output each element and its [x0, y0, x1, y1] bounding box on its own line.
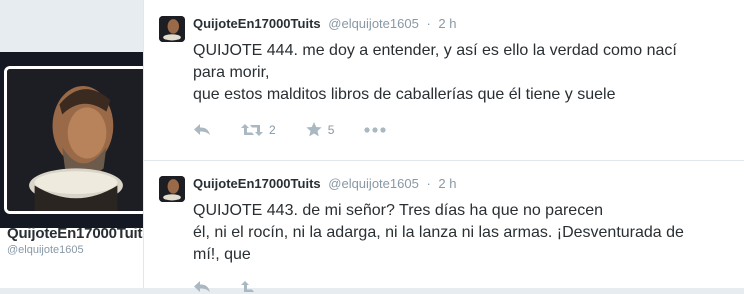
tweet-text-line: QUIJOTE 443. de mi señor? Tres días ha q… [193, 202, 603, 219]
reply-icon [194, 123, 210, 135]
timeline: QuijoteEn17000Tuits @elquijote1605 · 2 h… [143, 0, 744, 292]
tweet-avatar[interactable] [159, 16, 185, 42]
tweet-timestamp[interactable]: 2 h [438, 16, 456, 31]
tweet-timestamp[interactable]: 2 h [438, 176, 456, 191]
tweet-fullname[interactable]: QuijoteEn17000Tuits [193, 176, 321, 191]
retweet-icon [241, 281, 254, 292]
tweet-text-line: QUIJOTE 444. me doy a entender, y así es… [193, 42, 677, 59]
tweet-header: QuijoteEn17000Tuits @elquijote1605 · 2 h [193, 176, 456, 191]
retweet-icon [241, 123, 263, 136]
reply-button[interactable] [193, 280, 211, 294]
tweet-fullname[interactable]: QuijoteEn17000Tuits [193, 16, 321, 31]
tweet-handle[interactable]: @elquijote1605 [328, 176, 419, 191]
avatar-portrait-icon [159, 176, 185, 202]
retweet-button[interactable]: 2 [241, 123, 276, 137]
favorite-button[interactable]: 5 [306, 122, 335, 137]
tweet-handle[interactable]: @elquijote1605 [328, 16, 419, 31]
separator-dot: · [426, 16, 431, 31]
tweet-text: QUIJOTE 444. me doy a entender, y así es… [193, 40, 744, 106]
tweet-actions [193, 280, 293, 294]
profile-avatar[interactable] [4, 66, 148, 214]
profile-name[interactable]: QuijoteEn17000Tuits [7, 225, 151, 242]
more-button[interactable] [364, 126, 386, 133]
tweet-text-line: él, ni el rocín, ni la adarga, ni la lan… [193, 224, 684, 241]
favorite-count: 5 [327, 122, 335, 137]
tweet-text: QUIJOTE 443. de mi señor? Tres días ha q… [193, 200, 744, 266]
separator-dot: · [426, 176, 431, 191]
retweet-button[interactable] [241, 280, 263, 294]
reply-button[interactable] [193, 123, 211, 137]
tweet-text-line: que estos malditos libros de caballerías… [193, 86, 616, 103]
tweet-avatar[interactable] [159, 176, 185, 202]
avatar-portrait-icon [7, 69, 145, 211]
more-icon [364, 126, 386, 133]
avatar-portrait-icon [159, 16, 185, 42]
tweet-text-line: mí!, que [193, 246, 251, 263]
tweet[interactable]: QuijoteEn17000Tuits @elquijote1605 · 2 h… [144, 0, 744, 161]
retweet-count: 2 [269, 122, 276, 137]
tweet-text-line: para morir, [193, 64, 270, 81]
profile-handle[interactable]: @elquijote1605 [7, 244, 84, 256]
tweet-actions: 2 5 [193, 122, 416, 137]
favorite-icon [306, 122, 322, 137]
reply-icon [194, 281, 210, 292]
tweet[interactable]: QuijoteEn17000Tuits @elquijote1605 · 2 h… [144, 160, 744, 292]
tweet-header: QuijoteEn17000Tuits @elquijote1605 · 2 h [193, 16, 456, 31]
